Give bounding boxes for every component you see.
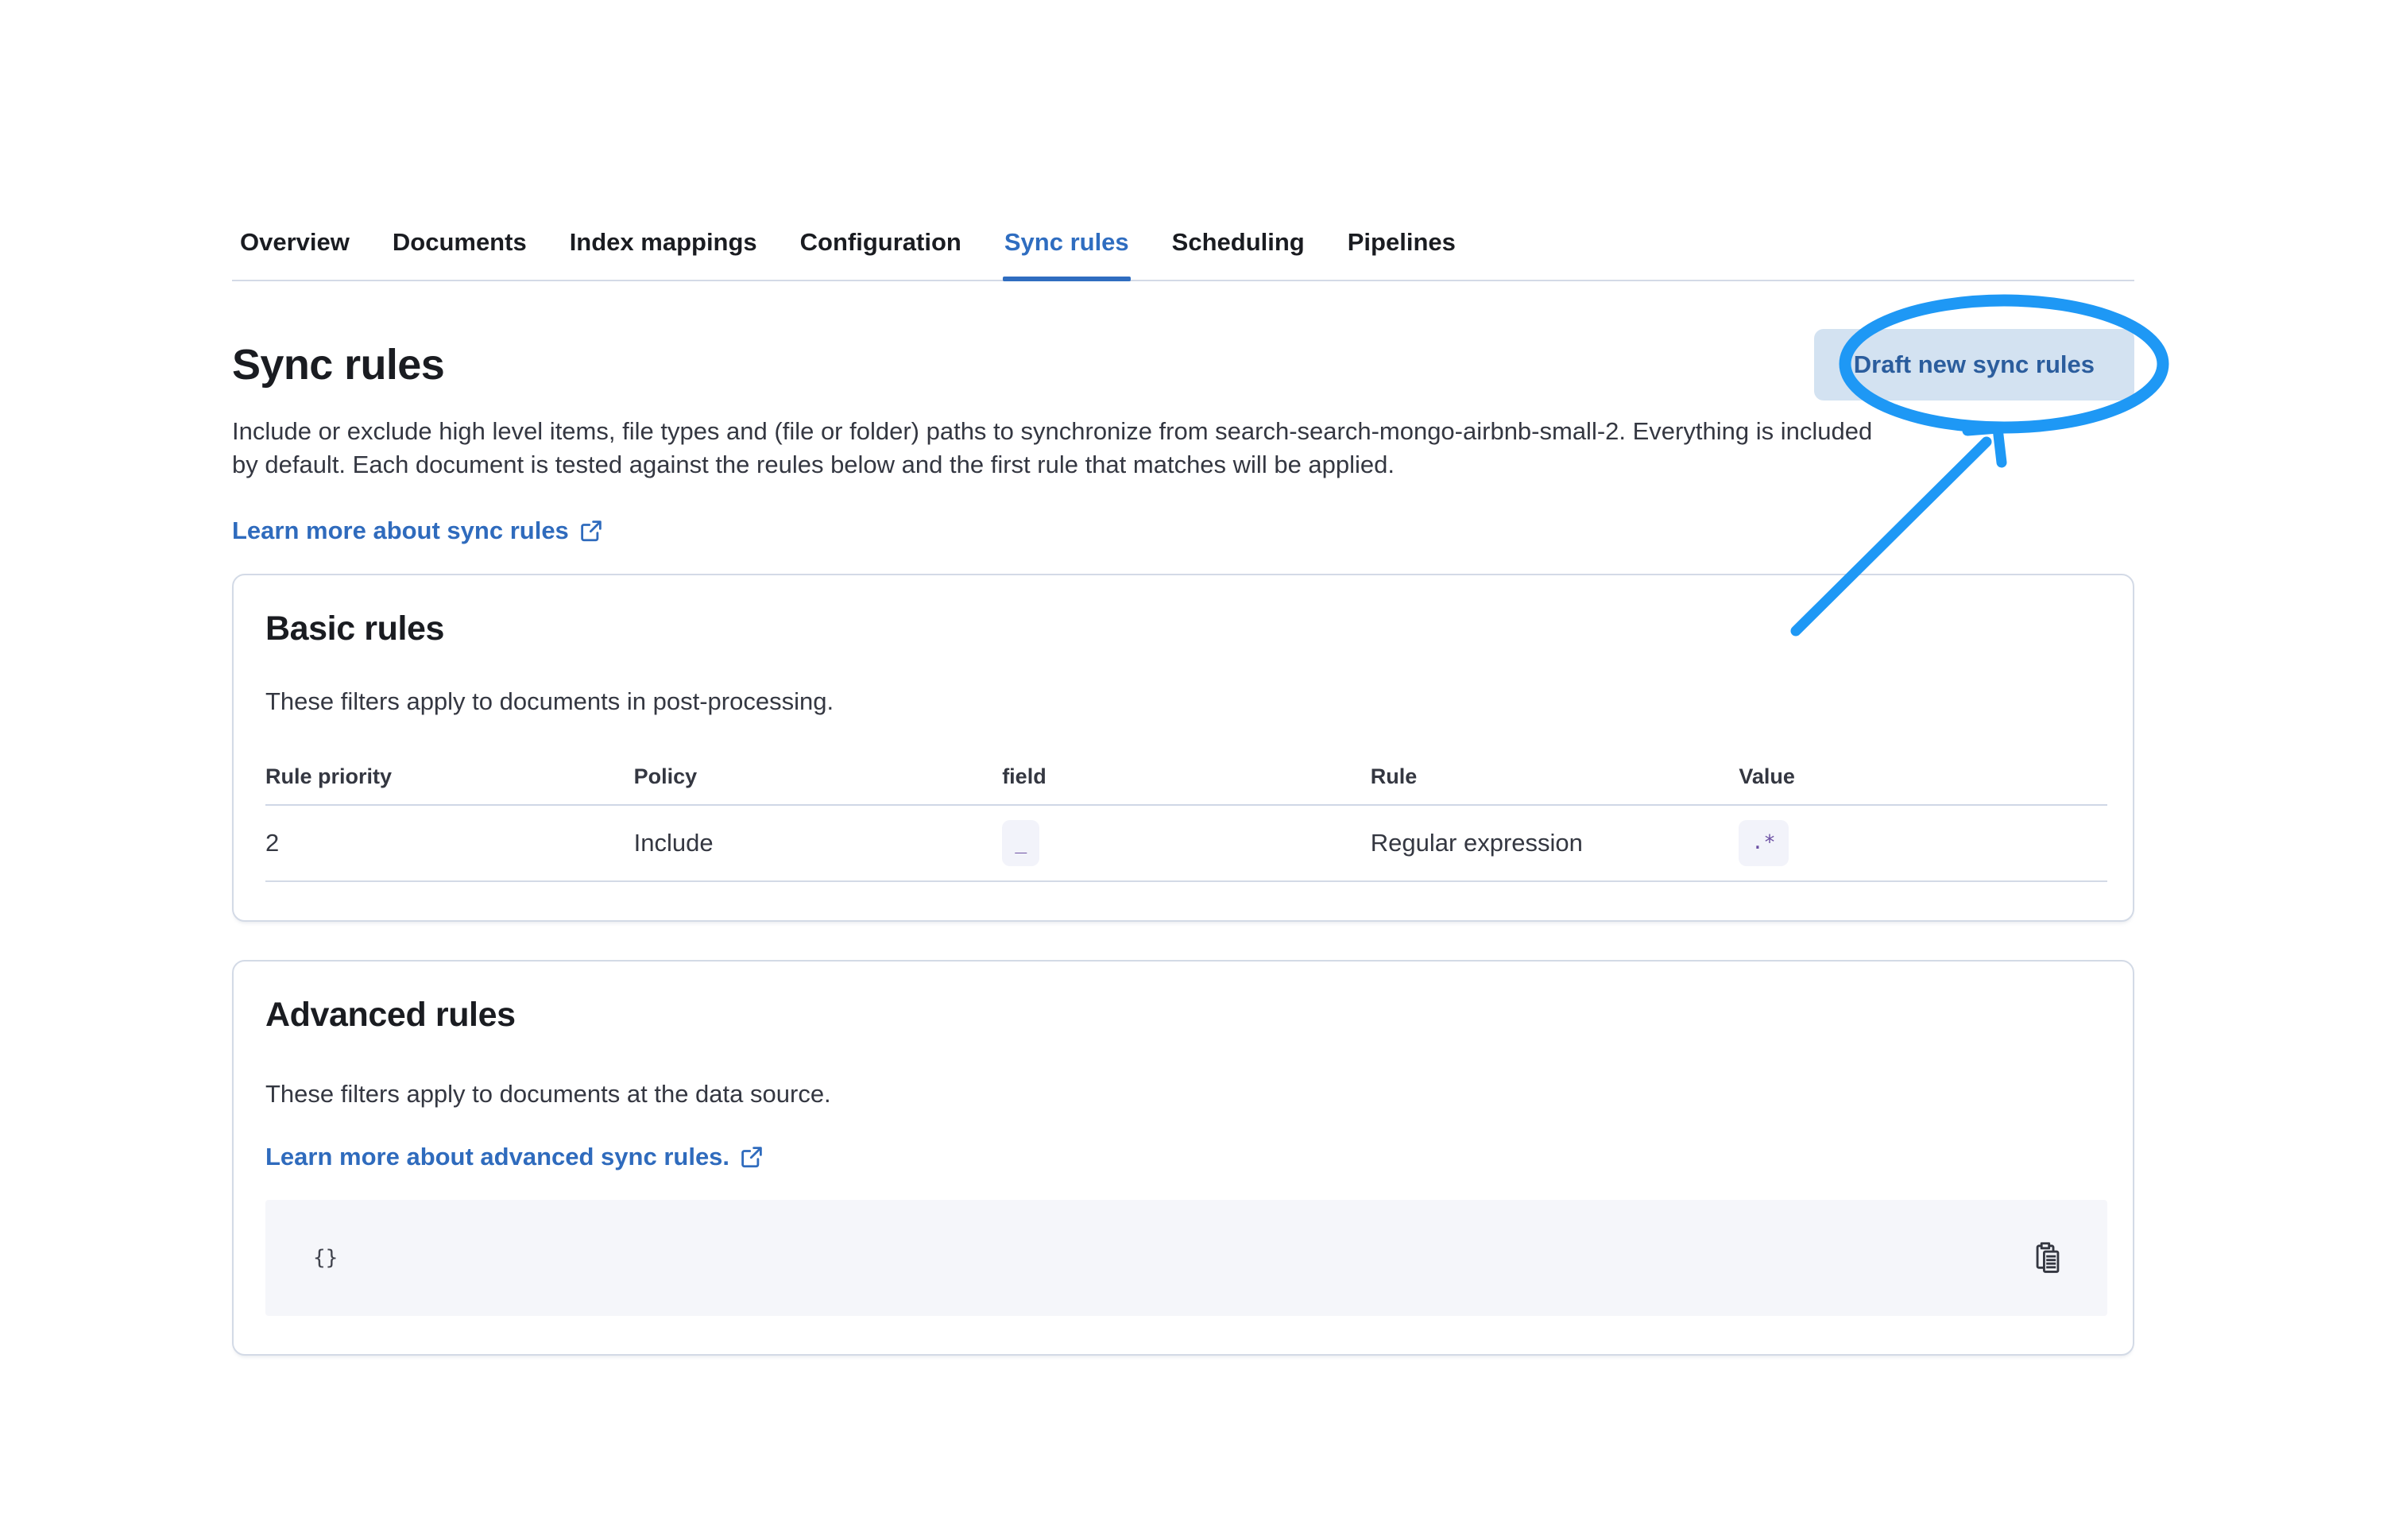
advanced-rules-title: Advanced rules xyxy=(265,993,2107,1036)
cell-field: _ xyxy=(1002,811,1371,876)
link-label: Learn more about sync rules xyxy=(232,517,569,545)
basic-rules-table: Rule priority Policy field Rule Value 2 … xyxy=(265,763,2107,882)
page-title: Sync rules xyxy=(232,339,444,390)
advanced-rules-panel: Advanced rules These filters apply to do… xyxy=(232,960,2134,1356)
link-label: Learn more about advanced sync rules. xyxy=(265,1143,729,1171)
tab-documents[interactable]: Documents xyxy=(391,227,528,280)
table-header-row: Rule priority Policy field Rule Value xyxy=(265,763,2107,806)
table-row: 2 Include _ Regular expression .* xyxy=(265,806,2107,882)
column-header-value: Value xyxy=(1739,763,2107,804)
external-link-icon xyxy=(741,1146,763,1168)
advanced-rules-subtitle: These filters apply to documents at the … xyxy=(265,1078,2107,1111)
advanced-rules-code-block: {} xyxy=(265,1200,2107,1316)
cell-rule: Regular expression xyxy=(1371,819,1739,867)
copy-button[interactable] xyxy=(2029,1238,2066,1278)
description-line-1: Include or exclude high level items, fil… xyxy=(232,415,2134,448)
external-link-icon xyxy=(580,520,602,542)
tab-index-mappings[interactable]: Index mappings xyxy=(568,227,759,280)
draft-new-sync-rules-button[interactable]: Draft new sync rules xyxy=(1814,329,2134,400)
tab-bar: Overview Documents Index mappings Config… xyxy=(232,227,2134,281)
basic-rules-subtitle: These filters apply to documents in post… xyxy=(265,685,2107,718)
learn-more-advanced-sync-rules-link[interactable]: Learn more about advanced sync rules. xyxy=(265,1143,763,1171)
tab-pipelines[interactable]: Pipelines xyxy=(1346,227,1457,280)
content-container: Overview Documents Index mappings Config… xyxy=(232,0,2134,1356)
page-canvas: Overview Documents Index mappings Config… xyxy=(0,0,2387,1540)
page-header: Sync rules Draft new sync rules xyxy=(232,329,2134,400)
tab-sync-rules[interactable]: Sync rules xyxy=(1003,227,1131,280)
column-header-rule: Rule xyxy=(1371,763,1739,804)
learn-more-sync-rules-link[interactable]: Learn more about sync rules xyxy=(232,517,602,545)
cell-value: .* xyxy=(1739,811,2107,876)
tab-overview[interactable]: Overview xyxy=(238,227,351,280)
column-header-field: field xyxy=(1002,763,1371,804)
copy-clipboard-icon xyxy=(2033,1241,2063,1275)
tab-scheduling[interactable]: Scheduling xyxy=(1170,227,1306,280)
cell-rule-priority: 2 xyxy=(265,819,634,867)
tab-configuration[interactable]: Configuration xyxy=(799,227,963,280)
basic-rules-panel: Basic rules These filters apply to docum… xyxy=(232,574,2134,922)
basic-rules-title: Basic rules xyxy=(265,607,2107,650)
value-code-badge: .* xyxy=(1739,820,1788,866)
column-header-policy: Policy xyxy=(634,763,1003,804)
code-content: {} xyxy=(313,1246,338,1270)
description-line-2: by default. Each document is tested agai… xyxy=(232,448,2134,482)
page-description: Include or exclude high level items, fil… xyxy=(232,415,2134,482)
field-code-badge: _ xyxy=(1002,820,1039,866)
cell-policy: Include xyxy=(634,819,1003,867)
column-header-rule-priority: Rule priority xyxy=(265,763,634,804)
